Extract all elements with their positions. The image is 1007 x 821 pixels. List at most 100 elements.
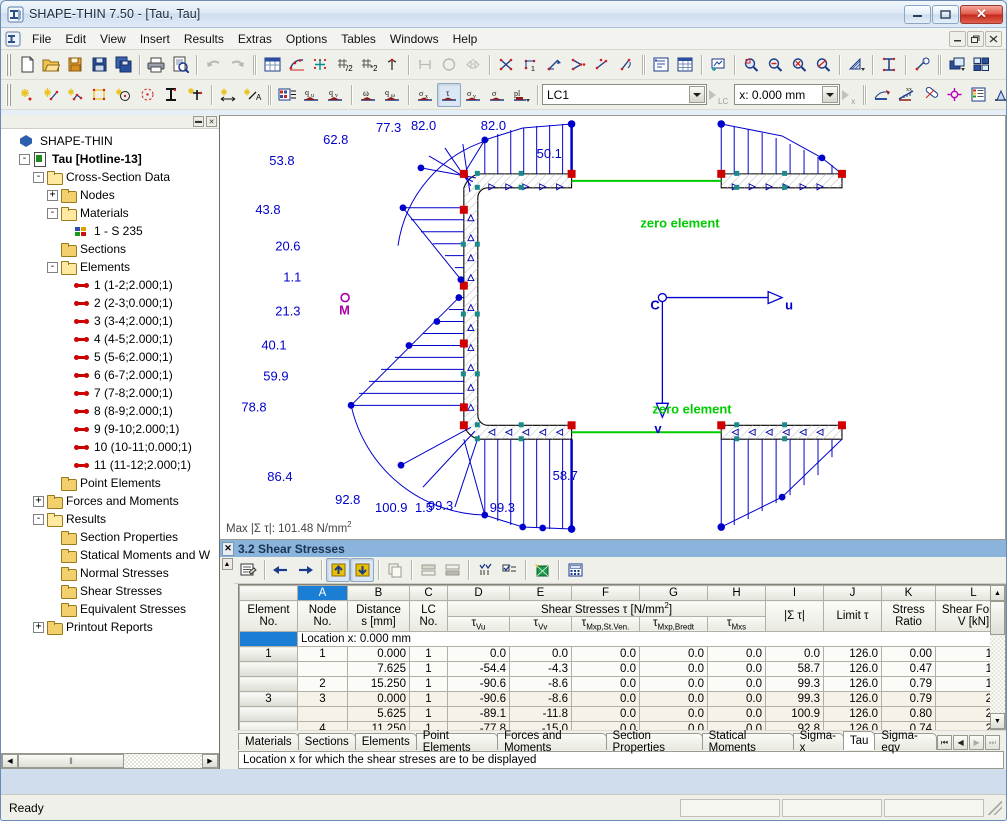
selection-icon[interactable]	[473, 558, 497, 582]
stress-diagram-icon[interactable]: xx	[894, 83, 918, 107]
cell-ratio[interactable]: 0.79	[881, 691, 936, 708]
menu-windows[interactable]: Windows	[383, 30, 446, 48]
expand-icon[interactable]: +	[33, 621, 44, 633]
x-next-button[interactable]	[840, 89, 850, 101]
mirror-icon[interactable]	[461, 53, 485, 77]
tab-sigma-eqv[interactable]: Sigma-eqv	[874, 730, 938, 754]
cell-h[interactable]: 0.0	[707, 661, 766, 678]
results-table-icon[interactable]	[275, 83, 299, 107]
import-up-icon[interactable]	[326, 558, 350, 582]
rotate-icon[interactable]	[437, 53, 461, 77]
collapse-icon[interactable]: -	[33, 171, 44, 183]
tab-last-button[interactable]: ⏭	[985, 735, 1001, 750]
cell-tau_vu[interactable]: -54.4	[447, 661, 510, 678]
qu-icon[interactable]: qu	[299, 83, 323, 107]
vscroll-thumb[interactable]	[990, 601, 1005, 635]
delete-row-icon[interactable]	[440, 558, 464, 582]
tree-item-4-4-5-2-000-1[interactable]: 4 (4-5;2.000;1)	[5, 330, 219, 348]
undo-icon[interactable]	[201, 53, 225, 77]
navigator-close-button[interactable]: ✕	[206, 116, 217, 127]
tree-item-nodes[interactable]: + Nodes	[5, 186, 219, 204]
cell-distance[interactable]: 7.625	[347, 661, 410, 678]
vscroll-track[interactable]	[990, 635, 1005, 713]
tree-item-shape-thin[interactable]: SHAPE-THIN	[5, 132, 219, 150]
scale-icon[interactable]	[990, 83, 1006, 107]
toolbar-grip-2[interactable]	[5, 83, 12, 106]
line-rotate-icon[interactable]	[614, 53, 638, 77]
zoom-region-icon[interactable]	[739, 53, 763, 77]
cell-node[interactable]: 1	[297, 646, 348, 663]
tree-item-forces-and-moments[interactable]: + Forces and Moments	[5, 492, 219, 510]
open-folder-icon[interactable]	[39, 53, 63, 77]
navigator-icon[interactable]	[649, 53, 673, 77]
toolbar-grip[interactable]	[5, 53, 12, 76]
tree-item-sections[interactable]: Sections	[5, 240, 219, 258]
save-icon[interactable]	[87, 53, 111, 77]
tree-item-equivalent-stresses[interactable]: Equivalent Stresses	[5, 600, 219, 618]
cell-distance[interactable]: 15.250	[347, 676, 410, 693]
table-vscrollbar[interactable]: ▲ ▼	[990, 584, 1006, 730]
chevron-down-icon[interactable]	[689, 86, 705, 103]
cell-ratio[interactable]: 0.47	[881, 661, 936, 678]
tab-section-properties[interactable]: Section Properties	[605, 730, 703, 754]
q-omega-icon[interactable]: qω	[380, 83, 404, 107]
tree-item-2-2-3-0-000-1[interactable]: 2 (2-3;0.000;1)	[5, 294, 219, 312]
hscroll-right-button[interactable]: ▶	[202, 754, 218, 768]
data-grid[interactable]: ABCDEFGHIJKLMElementNo.NodeNo.Distances …	[238, 584, 1006, 738]
cell-sum[interactable]: 0.0	[765, 646, 824, 663]
new-polyline-icon[interactable]	[63, 83, 87, 107]
zoom-previous-icon[interactable]	[811, 53, 835, 77]
ray-icon[interactable]	[542, 53, 566, 77]
tree-item-11-11-12-2-000-1[interactable]: 11 (11-12;2.000;1)	[5, 456, 219, 474]
cell-lc[interactable]: 1	[409, 661, 448, 678]
tree-item-point-elements[interactable]: Point Elements	[5, 474, 219, 492]
cell-tau_vv[interactable]: -4.3	[509, 661, 572, 678]
chevron-down-icon-2[interactable]	[822, 86, 839, 103]
print-icon[interactable]	[144, 53, 168, 77]
cell-distance[interactable]: 0.000	[347, 691, 410, 708]
tree-item-10-10-11-0-000-1[interactable]: 10 (10-11;0.000;1)	[5, 438, 219, 456]
collapse-icon[interactable]: -	[33, 513, 44, 525]
column-letter-C[interactable]: C	[409, 585, 448, 601]
cell-sum[interactable]: 58.7	[765, 661, 824, 678]
cell-tau_vu[interactable]: -90.6	[447, 691, 510, 708]
column-letter-I[interactable]: I	[765, 585, 824, 601]
tab-sigma-x[interactable]: Sigma-x	[792, 730, 844, 754]
column-letter-G[interactable]: G	[639, 585, 708, 601]
cell-limit[interactable]: 126.0	[823, 706, 882, 723]
table-row[interactable]: 330.0001-90.6-8.60.00.00.099.3126.00.792…	[239, 691, 1006, 708]
section-icon[interactable]	[877, 53, 901, 77]
vscroll-down-button[interactable]: ▼	[990, 713, 1005, 729]
tree-item-section-properties[interactable]: Section Properties	[5, 528, 219, 546]
snap-point-icon[interactable]	[380, 53, 404, 77]
cell-lc[interactable]: 1	[409, 646, 448, 663]
omega-icon[interactable]: ω	[356, 83, 380, 107]
tree-item-statical-moments-and-w[interactable]: Statical Moments and W	[5, 546, 219, 564]
window-tile-icon[interactable]	[945, 53, 969, 77]
new-circle-icon[interactable]	[135, 83, 159, 107]
cell-tau_vu[interactable]: -89.1	[447, 706, 510, 723]
resize-grip[interactable]	[988, 800, 1002, 815]
tree-item-tau-hotline-13[interactable]: - Tau [Hotline-13]	[5, 150, 219, 168]
tab-tau[interactable]: Tau	[842, 731, 876, 750]
cell-tau_vv[interactable]: 0.0	[509, 646, 572, 663]
cell-f[interactable]: 0.0	[571, 676, 640, 693]
cell-element[interactable]	[239, 676, 298, 693]
cell-element[interactable]: 3	[239, 691, 298, 708]
column-letter-E[interactable]: E	[509, 585, 572, 601]
grid-half-icon[interactable]: /2	[332, 53, 356, 77]
table-row[interactable]: 215.2501-90.6-8.60.00.00.099.3126.00.791…	[239, 676, 1006, 693]
print-preview-icon[interactable]	[168, 53, 192, 77]
cell-tau_vv[interactable]: -8.6	[509, 691, 572, 708]
color-icon[interactable]	[530, 558, 554, 582]
tab-first-button[interactable]: ⏮	[937, 735, 953, 750]
cell-lc[interactable]: 1	[409, 691, 448, 708]
hatch-icon[interactable]	[844, 53, 868, 77]
mdi-restore-button[interactable]	[967, 30, 984, 47]
delete-node-icon[interactable]	[494, 53, 518, 77]
menu-view[interactable]: View	[93, 30, 133, 48]
cell-element[interactable]	[239, 706, 298, 723]
new-tapered-icon[interactable]	[183, 83, 207, 107]
cell-f[interactable]: 0.0	[571, 691, 640, 708]
hscroll-track[interactable]: ‖	[18, 754, 202, 768]
